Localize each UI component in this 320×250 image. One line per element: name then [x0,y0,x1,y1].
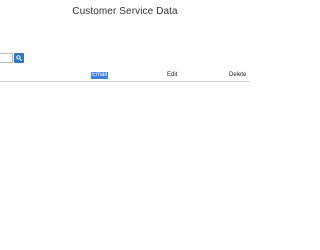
search-input[interactable] [0,53,13,63]
page-title: Customer Service Data [72,6,178,17]
search-button[interactable] [14,53,24,63]
column-header-edit[interactable]: Edit [167,72,177,79]
column-header-delete[interactable]: Delete [229,72,246,79]
search-icon [16,55,22,61]
column-header-email[interactable]: Email [91,72,109,79]
table-header: Email Edit Delete [0,69,250,82]
